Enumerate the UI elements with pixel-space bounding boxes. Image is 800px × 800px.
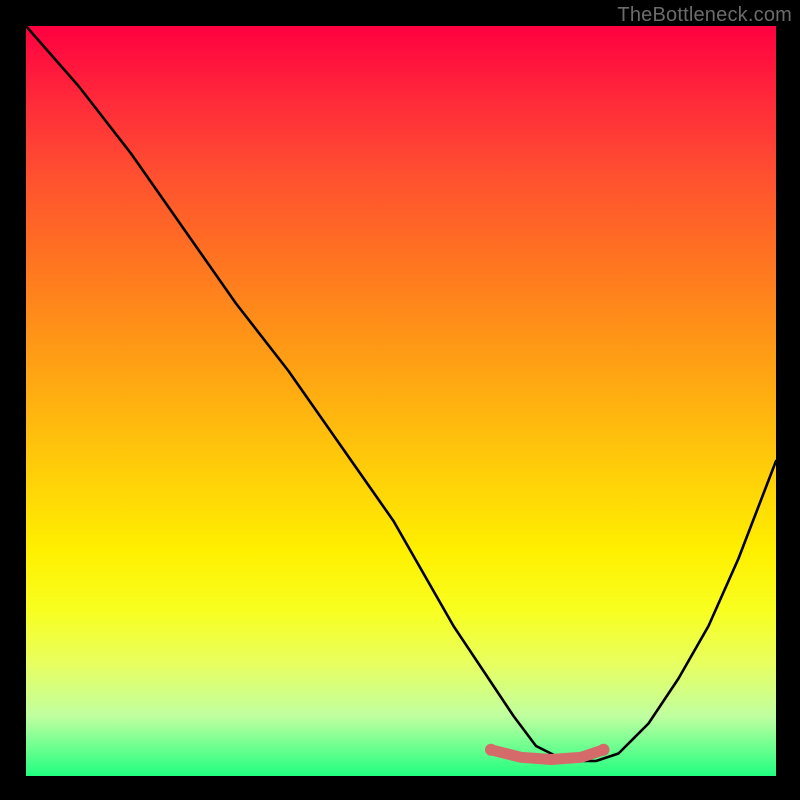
highlight-dot-left xyxy=(485,744,497,756)
watermark-text: TheBottleneck.com xyxy=(617,4,792,27)
highlight-band xyxy=(491,750,604,760)
chart-svg xyxy=(26,26,776,776)
plot-area xyxy=(26,26,776,776)
bottleneck-curve xyxy=(26,26,776,761)
highlight-dot-right xyxy=(598,744,610,756)
chart-container: TheBottleneck.com xyxy=(0,0,800,800)
